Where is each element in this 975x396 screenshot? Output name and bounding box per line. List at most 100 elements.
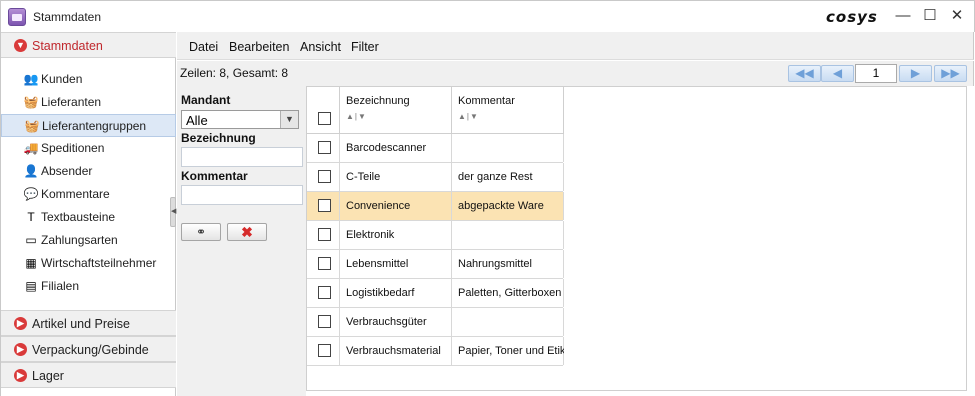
maximize-icon[interactable]: ☐: [918, 5, 942, 27]
cell-bezeichnung[interactable]: Lebensmittel: [340, 250, 452, 278]
users-icon: 👥: [23, 72, 39, 86]
sort-arrows-icon[interactable]: ▲|▼: [346, 112, 367, 121]
mandant-value: Alle: [186, 113, 208, 128]
truck-icon: 🚚: [23, 141, 39, 155]
table-row[interactable]: Convenience abgepackte Ware: [307, 192, 564, 221]
app-icon: [8, 8, 26, 26]
credit-card-icon: ▭: [25, 233, 37, 247]
row-checkbox[interactable]: [318, 344, 331, 357]
sender-icon: 👤: [23, 164, 39, 178]
sidebar-item-kommentare[interactable]: 💬 Kommentare: [1, 183, 176, 206]
sidebar-item-lieferantengruppen[interactable]: 🧺 Lieferantengruppen: [1, 114, 176, 137]
cell-bezeichnung[interactable]: Verbrauchsgüter: [340, 308, 452, 336]
cell-text: Convenience: [346, 200, 411, 212]
cell-kommentar[interactable]: [452, 221, 564, 249]
section-label: Verpackung/Gebinde: [32, 343, 149, 357]
sidebar: ▼ Stammdaten 👥 Kunden 🧺 Lieferanten 🧺 Liefera…: [0, 32, 176, 396]
cell-text: C-Teile: [346, 171, 381, 183]
select-all-checkbox[interactable]: [318, 112, 331, 125]
row-select-cell: [307, 279, 340, 307]
sidebar-item-kunden[interactable]: 👥 Kunden: [1, 68, 176, 91]
section-header-lager[interactable]: ▶ Lager: [1, 362, 176, 388]
panel-collapse-handle[interactable]: ◀: [170, 197, 176, 227]
page-number-input[interactable]: 1: [855, 64, 897, 83]
menu-bearbeiten[interactable]: Bearbeiten: [229, 40, 289, 54]
cell-bezeichnung[interactable]: Convenience: [340, 192, 452, 220]
cell-kommentar[interactable]: [452, 134, 564, 162]
cell-bezeichnung[interactable]: Logistikbedarf: [340, 279, 452, 307]
sidebar-item-filialen[interactable]: ▤ Filialen: [1, 275, 176, 298]
table-row[interactable]: Verbrauchsmaterial Papier, Toner und Etik…: [307, 337, 564, 366]
row-select-cell: [307, 192, 340, 220]
sort-arrows-icon[interactable]: ▲|▼: [458, 112, 479, 121]
table-row[interactable]: Barcodescanner: [307, 134, 564, 163]
mandant-select[interactable]: Alle ▼: [181, 110, 299, 129]
kommentar-input[interactable]: [181, 185, 303, 205]
clear-filter-button[interactable]: ✖: [227, 223, 267, 241]
cell-bezeichnung[interactable]: Verbrauchsmaterial: [340, 337, 452, 365]
chevron-down-icon[interactable]: ▼: [280, 111, 298, 128]
column-header-kommentar[interactable]: Kommentar ▲|▼: [452, 87, 564, 134]
section-header-stammdaten[interactable]: ▼ Stammdaten: [1, 32, 176, 58]
comment-icon: 💬: [23, 187, 39, 201]
cell-kommentar[interactable]: abgepackte Ware: [452, 192, 564, 220]
close-icon[interactable]: ✕: [945, 5, 969, 27]
bezeichnung-input[interactable]: [181, 147, 303, 167]
business-icon: ▦: [25, 256, 37, 270]
cell-text: Nahrungsmittel: [458, 258, 532, 270]
cell-bezeichnung[interactable]: C-Teile: [340, 163, 452, 191]
section-label: Lager: [32, 369, 64, 383]
search-button[interactable]: ⚭: [181, 223, 221, 241]
section-header-verpackung-gebinde[interactable]: ▶ Verpackung/Gebinde: [1, 336, 176, 362]
row-checkbox[interactable]: [318, 286, 331, 299]
bezeichnung-label: Bezeichnung: [181, 131, 256, 145]
row-select-cell: [307, 221, 340, 249]
column-title: Kommentar: [458, 95, 515, 107]
cell-kommentar[interactable]: Nahrungsmittel: [452, 250, 564, 278]
table-row[interactable]: C-Teile der ganze Rest: [307, 163, 564, 192]
table-row[interactable]: Lebensmittel Nahrungsmittel: [307, 250, 564, 279]
sidebar-item-label: Absender: [41, 164, 93, 178]
row-checkbox[interactable]: [318, 199, 331, 212]
table-row[interactable]: Elektronik: [307, 221, 564, 250]
cell-text: Paletten, Gitterboxen: [458, 287, 562, 299]
next-page-button[interactable]: ▶: [899, 65, 932, 82]
minimize-icon[interactable]: —: [891, 5, 915, 27]
cell-bezeichnung[interactable]: Barcodescanner: [340, 134, 452, 162]
row-checkbox[interactable]: [318, 257, 331, 270]
row-checkbox[interactable]: [318, 141, 331, 154]
row-checkbox[interactable]: [318, 315, 331, 328]
nav-list: 👥 Kunden 🧺 Lieferanten 🧺 Lieferantengruppen 🚚 S…: [1, 68, 176, 298]
cell-kommentar[interactable]: Paletten, Gitterboxen: [452, 279, 564, 307]
row-checkbox[interactable]: [318, 228, 331, 241]
cell-text: Papier, Toner und Etike: [458, 345, 564, 357]
table-row[interactable]: Verbrauchsgüter: [307, 308, 564, 337]
cell-kommentar[interactable]: der ganze Rest: [452, 163, 564, 191]
cell-kommentar[interactable]: Papier, Toner und Etike: [452, 337, 564, 365]
last-page-button[interactable]: ▶▶: [934, 65, 967, 82]
sidebar-item-absender[interactable]: 👤 Absender: [1, 160, 176, 183]
mandant-label: Mandant: [181, 93, 231, 107]
sidebar-item-label: Kommentare: [41, 187, 110, 201]
prev-page-button[interactable]: ◀: [821, 65, 854, 82]
sidebar-item-speditionen[interactable]: 🚚 Speditionen: [1, 137, 176, 160]
menu-filter[interactable]: Filter: [351, 40, 379, 54]
sidebar-item-zahlungsarten[interactable]: ▭ Zahlungsarten: [1, 229, 176, 252]
grid-header: Bezeichnung ▲|▼ Kommentar ▲|▼: [307, 87, 564, 134]
first-page-button[interactable]: ◀◀: [788, 65, 821, 82]
sidebar-item-wirtschaftsteilnehmer[interactable]: ▦ Wirtschaftsteilnehmer: [1, 252, 176, 275]
sidebar-item-textbausteine[interactable]: T Textbausteine: [1, 206, 176, 229]
menu-ansicht[interactable]: Ansicht: [300, 40, 341, 54]
sidebar-item-label: Textbausteine: [41, 210, 116, 224]
menu-datei[interactable]: Datei: [189, 40, 218, 54]
cell-kommentar[interactable]: [452, 308, 564, 336]
section-label: Stammdaten: [32, 39, 103, 53]
sidebar-item-label: Zahlungsarten: [41, 233, 118, 247]
table-row[interactable]: Logistikbedarf Paletten, Gitterboxen: [307, 279, 564, 308]
sidebar-item-lieferanten[interactable]: 🧺 Lieferanten: [1, 91, 176, 114]
section-header-artikel-und-preise[interactable]: ▶ Artikel und Preise: [1, 310, 176, 336]
collapse-circle-icon: ▼: [14, 39, 27, 52]
row-checkbox[interactable]: [318, 170, 331, 183]
cell-bezeichnung[interactable]: Elektronik: [340, 221, 452, 249]
column-header-bezeichnung[interactable]: Bezeichnung ▲|▼: [340, 87, 452, 134]
